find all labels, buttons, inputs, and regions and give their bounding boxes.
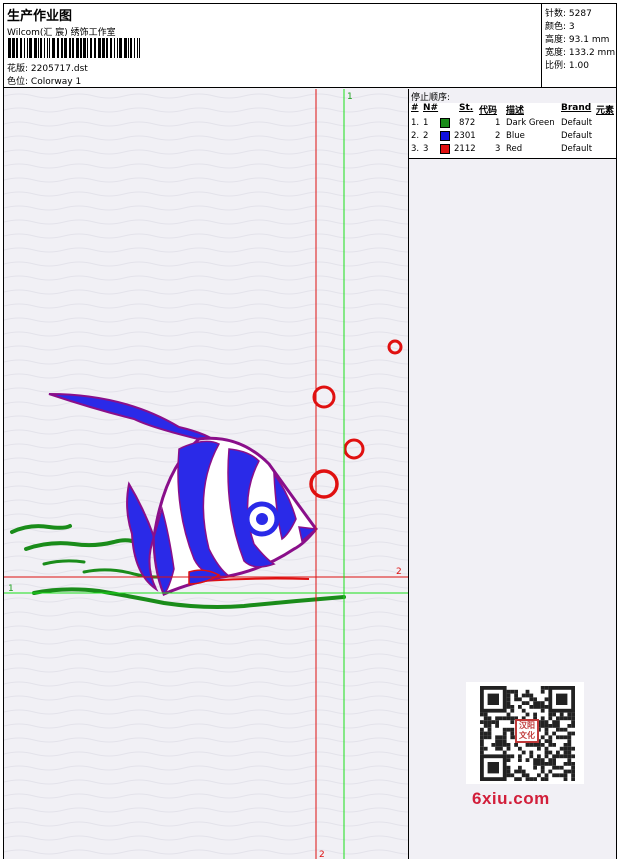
stat-colors: 颜色: 3	[545, 19, 575, 32]
color-swatch	[440, 144, 450, 154]
stat-colors-label: 颜色:	[545, 22, 567, 32]
barcode	[8, 38, 140, 58]
qr-code-watermark: 汉阳文化	[466, 682, 584, 784]
color-swatch	[440, 131, 450, 141]
studio-name: Wilcom(汇 宸) 绣饰工作室	[7, 28, 116, 38]
stat-stitches-value: 5287	[568, 9, 592, 19]
stat-stitches-label: 针数:	[545, 9, 567, 19]
design-preview-canvas[interactable]: 1 1 2 2	[4, 89, 408, 859]
colorway-value: Colorway 1	[30, 77, 82, 87]
watermark-caption: 6xiu.com	[472, 789, 550, 808]
row-needle: 3	[423, 144, 429, 154]
row-brand: Default	[561, 144, 593, 154]
worksheet-header: 生产作业图 Wilcom(汇 宸) 绣饰工作室 花版: 2205717.dst …	[4, 4, 616, 88]
stat-height-label: 高度:	[545, 35, 567, 45]
stat-width-value: 133.2 mm	[568, 48, 616, 58]
stat-scale-value: 1.00	[568, 61, 589, 71]
row-code: 1	[495, 118, 501, 128]
row-needle: 1	[423, 118, 429, 128]
colorway-label: 色位:	[7, 77, 29, 87]
stat-stitches: 针数: 5287	[545, 6, 592, 19]
stat-height: 高度: 93.1 mm	[545, 32, 609, 45]
col-brand: Brand	[561, 103, 592, 113]
green-guide-left-label: 1	[8, 584, 14, 594]
row-index: 1.	[411, 118, 420, 128]
design-file-label: 花版:	[7, 64, 29, 74]
header-info: 生产作业图 Wilcom(汇 宸) 绣饰工作室 花版: 2205717.dst …	[4, 4, 541, 88]
row-code: 2	[495, 131, 501, 141]
col-needle: N#	[423, 103, 439, 113]
stop-sequence-table: # N# St. 代码 描述 Brand 元素 1. 1 872 1 Dark …	[409, 103, 616, 159]
stat-scale: 比例: 1.00	[545, 58, 589, 71]
col-index: #	[411, 103, 419, 113]
row-index: 2.	[411, 131, 420, 141]
colorway-line: 色位: Colorway 1	[7, 74, 81, 87]
watermark-seal: 汉阳文化	[515, 719, 539, 743]
worksheet-title: 生产作业图	[7, 9, 73, 24]
row-needle: 2	[423, 131, 429, 141]
stop-sequence-title: 停止顺序:	[411, 93, 451, 103]
green-guide-top-label: 1	[347, 92, 353, 102]
col-stitches: St.	[459, 103, 474, 113]
stat-colors-value: 3	[568, 22, 575, 32]
table-row[interactable]: 3. 3 2112 3 Red Default	[409, 143, 616, 156]
row-brand: Default	[561, 118, 593, 128]
stat-scale-label: 比例:	[545, 61, 567, 71]
design-file-line: 花版: 2205717.dst	[7, 61, 88, 74]
row-brand: Default	[561, 131, 593, 141]
design-file-value: 2205717.dst	[30, 64, 88, 74]
color-swatch	[440, 118, 450, 128]
col-element: 元素	[596, 106, 615, 116]
red-guide-right-label: 2	[396, 567, 402, 577]
table-row[interactable]: 1. 1 872 1 Dark Green Default	[409, 117, 616, 130]
row-stitches: 2301	[454, 131, 476, 141]
row-code: 3	[495, 144, 501, 154]
col-code: 代码	[479, 106, 498, 116]
design-stats: 针数: 5287 颜色: 3 高度: 93.1 mm 宽度: 133.2 mm …	[541, 4, 616, 88]
stat-width-label: 宽度:	[545, 48, 567, 58]
row-description: Dark Green	[506, 118, 555, 128]
row-description: Blue	[506, 131, 525, 141]
table-row[interactable]: 2. 2 2301 2 Blue Default	[409, 130, 616, 143]
row-description: Red	[506, 144, 523, 154]
embroidery-preview: 1 1 2 2	[4, 89, 408, 859]
stat-width: 宽度: 133.2 mm	[545, 45, 615, 58]
red-guide-bottom-label: 2	[319, 850, 325, 859]
row-stitches: 2112	[454, 144, 476, 154]
row-index: 3.	[411, 144, 420, 154]
col-description: 描述	[506, 106, 525, 116]
stat-height-value: 93.1 mm	[568, 35, 610, 45]
row-stitches: 872	[459, 118, 476, 128]
